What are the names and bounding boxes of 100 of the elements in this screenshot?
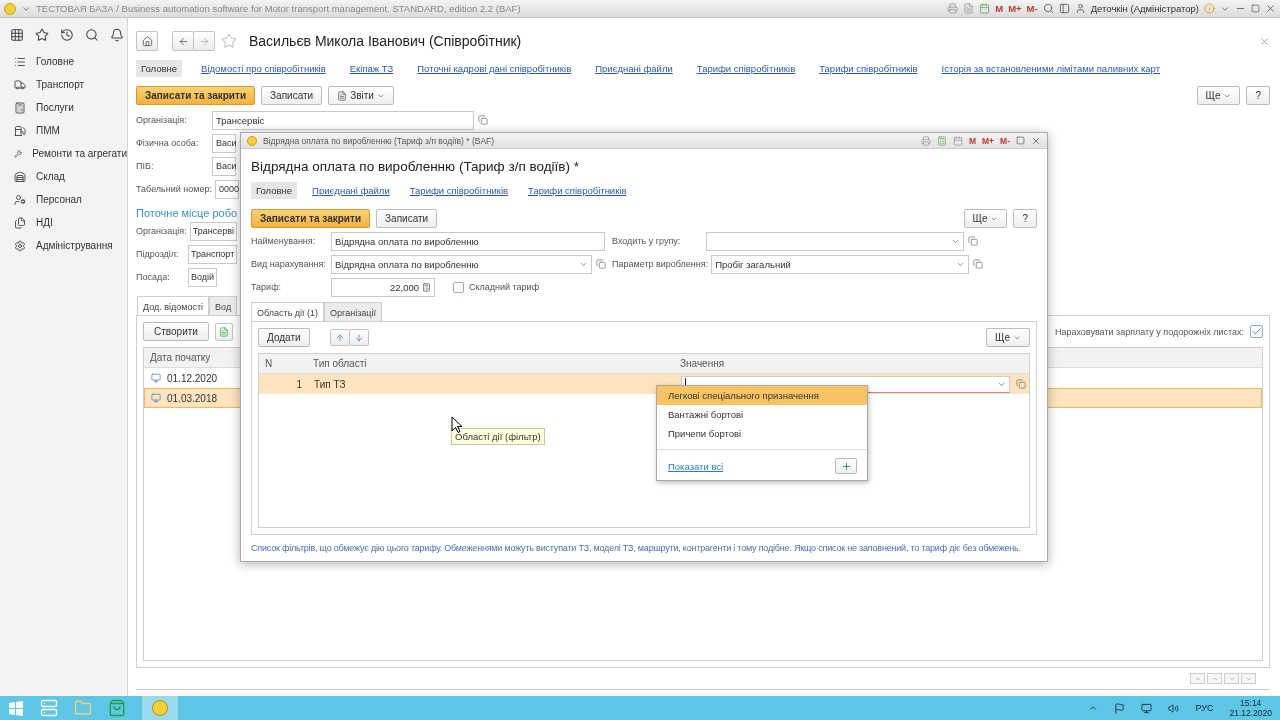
tab[interactable]: Організації — [324, 302, 382, 322]
calendar-icon[interactable] — [952, 135, 963, 146]
server-icon[interactable] — [40, 699, 58, 717]
text-field[interactable]: Трансерві — [189, 221, 237, 241]
tab[interactable]: Вод — [209, 296, 238, 316]
caret-icon[interactable] — [1088, 703, 1099, 713]
nav-link[interactable]: Відомості про співробітників — [196, 59, 331, 77]
scroll-button[interactable] — [1224, 673, 1239, 684]
memory-button[interactable]: M- — [1000, 135, 1010, 146]
memory-button[interactable]: M+ — [982, 135, 995, 146]
save-close-button[interactable]: Записати та закрити — [251, 209, 371, 228]
open-icon[interactable] — [968, 236, 978, 246]
sound-icon[interactable] — [1168, 702, 1180, 714]
nav-link[interactable]: Приєднані файли — [307, 181, 395, 199]
dropdown-option[interactable]: Причепи бортові — [657, 424, 867, 443]
sidebar-item[interactable]: Склад — [0, 165, 127, 188]
panel-icon[interactable] — [1058, 3, 1070, 14]
nav-link[interactable]: Приєднані файли — [590, 59, 678, 77]
close-icon[interactable] — [1031, 135, 1041, 146]
more-button[interactable]: Ще — [963, 209, 1008, 228]
save-button[interactable]: Записати — [261, 86, 323, 105]
nav-link[interactable]: Тарифи співробітників — [691, 59, 801, 77]
nav-link[interactable]: Тарифи співробітників — [523, 181, 632, 199]
text-field[interactable]: Трансервіс — [212, 110, 474, 130]
bag-icon[interactable] — [108, 699, 126, 717]
user-icon[interactable] — [1074, 3, 1086, 14]
checkbox[interactable] — [1250, 325, 1263, 338]
more-button[interactable]: Ще — [1196, 86, 1241, 105]
close-icon[interactable] — [1265, 3, 1276, 14]
nav-link[interactable]: Головне — [251, 181, 298, 199]
nav-link[interactable]: Екіпаж ТЗ — [344, 59, 399, 77]
memory-button[interactable]: M — [995, 3, 1004, 14]
grid-icon[interactable] — [10, 28, 24, 42]
help-button[interactable]: ? — [1246, 86, 1270, 105]
dropdown-option[interactable]: Вантажні бортові — [657, 405, 867, 424]
sidebar-item[interactable]: Транспорт — [0, 73, 127, 96]
more-button[interactable]: Ще — [986, 328, 1030, 347]
back-button[interactable] — [172, 31, 194, 51]
star-icon[interactable] — [35, 28, 49, 42]
scroll-button[interactable] — [1241, 673, 1256, 684]
app-button[interactable] — [142, 696, 178, 720]
zoom-icon[interactable] — [1042, 3, 1054, 14]
dropdown-option[interactable]: Легкові спеціального призначення — [657, 386, 867, 405]
printer-icon[interactable] — [947, 3, 959, 14]
sidebar-item[interactable]: Послуги — [0, 96, 127, 119]
open-icon[interactable] — [973, 259, 984, 269]
tab[interactable]: Дод. відомості — [137, 296, 210, 316]
sidebar-item[interactable]: Головне — [0, 50, 127, 73]
nav-link[interactable]: Тарифи співробітників — [814, 59, 923, 77]
sidebar-item[interactable]: НДІ — [0, 211, 127, 234]
sidebar-item[interactable]: Адміністрування — [0, 234, 127, 257]
nav-link[interactable]: Головне — [136, 59, 183, 77]
help-button[interactable]: ? — [1013, 209, 1037, 228]
number-field[interactable]: 22,000 — [331, 277, 435, 297]
nav-link[interactable]: Тарифи співробітників — [404, 181, 514, 199]
bell-icon[interactable] — [110, 28, 124, 42]
add-button[interactable]: Додати — [258, 328, 310, 347]
scroll-button[interactable] — [1190, 673, 1205, 684]
sidebar-item[interactable]: Персонал — [0, 188, 127, 211]
restore-icon[interactable] — [1016, 136, 1025, 145]
windows-icon[interactable] — [8, 700, 24, 716]
calculator-icon[interactable] — [936, 135, 947, 146]
info-icon[interactable] — [1204, 3, 1215, 14]
open-icon[interactable] — [1016, 379, 1026, 389]
nav-link[interactable]: Поточні кадрові дані співробітників — [412, 59, 577, 77]
tab[interactable]: Область дії (1) — [251, 302, 325, 322]
text-field[interactable]: Водій — [188, 267, 218, 287]
save-button[interactable]: Записати — [376, 209, 438, 228]
printer-icon[interactable] — [920, 135, 931, 146]
show-all-link[interactable]: Показати всі — [668, 460, 724, 472]
reports-button[interactable]: Звіти — [328, 86, 394, 105]
language-indicator[interactable]: РУС — [1195, 703, 1214, 713]
text-field[interactable]: Васи — [212, 133, 236, 153]
text-field[interactable]: 0000 — [215, 179, 239, 199]
move-up-button[interactable] — [329, 329, 350, 346]
close-icon[interactable] — [1259, 35, 1270, 47]
text-field[interactable]: Пробіг загальний — [711, 254, 970, 274]
text-field[interactable]: Васи — [212, 156, 236, 176]
create-button[interactable] — [835, 458, 857, 474]
forward-button[interactable] — [193, 31, 215, 51]
text-field[interactable]: Відрядна оплата по виробленню — [331, 231, 605, 251]
sidebar-item[interactable]: ПММ — [0, 119, 127, 142]
move-down-button[interactable] — [348, 329, 369, 346]
memory-button[interactable]: M+ — [1008, 3, 1022, 14]
home-button[interactable] — [136, 31, 158, 51]
save-close-button[interactable]: Записати та закрити — [136, 86, 256, 105]
create-button[interactable]: Створити — [143, 322, 209, 341]
add-file-button[interactable] — [214, 322, 233, 341]
folder-icon[interactable] — [74, 699, 92, 717]
text-field[interactable]: Відрядна оплата по виробленню — [331, 254, 592, 274]
history-icon[interactable] — [60, 28, 74, 42]
memory-button[interactable]: M- — [1026, 3, 1038, 14]
flag-icon[interactable] — [1114, 702, 1126, 714]
text-field[interactable]: Транспорт — [188, 244, 238, 264]
nav-link[interactable]: Історія за встановленими лімітами паливних карт — [936, 59, 1166, 77]
memory-button[interactable]: M — [968, 135, 977, 146]
search-icon[interactable] — [85, 28, 99, 42]
calculator-icon[interactable] — [422, 282, 431, 292]
open-icon[interactable] — [478, 115, 488, 125]
document-icon[interactable] — [963, 3, 975, 14]
